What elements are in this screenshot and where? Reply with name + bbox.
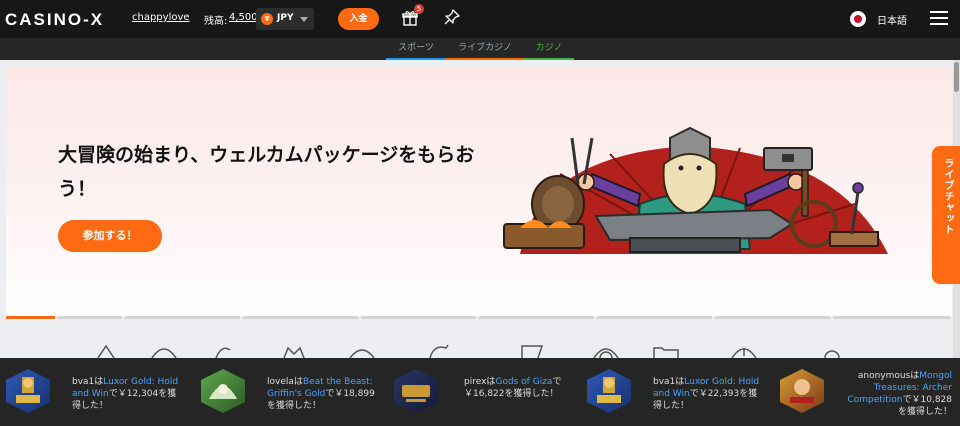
- gift-count-badge: 5: [414, 4, 424, 14]
- category-clock-icon[interactable]: [730, 344, 758, 358]
- winner-particle: は: [910, 371, 920, 381]
- username-link[interactable]: chappylove: [132, 12, 190, 23]
- slide-indicator[interactable]: [597, 316, 712, 319]
- category-refresh-icon[interactable]: [426, 344, 454, 358]
- slide-indicator[interactable]: [361, 316, 476, 319]
- winner-name: anonymous: [857, 371, 911, 381]
- balance-value[interactable]: 4,500: [229, 12, 258, 23]
- winner-name: pirex: [464, 377, 487, 387]
- deposit-button[interactable]: 入金: [338, 8, 379, 30]
- winner-name: bva1: [653, 377, 676, 387]
- category-flag-icon[interactable]: [518, 344, 546, 358]
- win-item[interactable]: anonymousはMongol Treasures: Archer Compe…: [780, 358, 955, 426]
- join-button[interactable]: 参加する！: [58, 220, 162, 252]
- live-chat-button[interactable]: ライブチャット: [932, 146, 960, 284]
- winner-particle: は: [94, 377, 104, 387]
- slide-indicator-active[interactable]: [6, 316, 55, 319]
- game-thumbnail[interactable]: [780, 369, 824, 413]
- category-lifebuoy-icon[interactable]: [592, 344, 620, 358]
- win-item[interactable]: bva1はLuxor Gold: Hold and Winで￥12,304を獲得…: [0, 358, 190, 426]
- balance-label: 残高:: [204, 16, 228, 27]
- chevron-down-icon: [300, 17, 308, 22]
- winner-name: lovela: [267, 377, 294, 387]
- category-top-icon[interactable]: [92, 344, 120, 358]
- win-amount: で￥10,828を獲得した！: [897, 395, 952, 417]
- category-folder-icon[interactable]: [652, 344, 680, 358]
- slide-indicator[interactable]: [125, 316, 240, 319]
- slide-indicator[interactable]: [479, 316, 594, 319]
- slide-indicator[interactable]: [715, 316, 830, 319]
- game-thumbnail[interactable]: [394, 369, 438, 413]
- recent-wins-ticker: bva1はLuxor Gold: Hold and Winで￥12,304を獲得…: [0, 358, 960, 426]
- category-fruit-icon[interactable]: [208, 344, 236, 358]
- winner-particle: は: [675, 377, 685, 387]
- language-label[interactable]: 日本語: [877, 12, 907, 27]
- tab-casino[interactable]: カジノ: [524, 38, 574, 60]
- winner-name: bva1: [72, 377, 95, 387]
- game-thumbnail[interactable]: [6, 369, 50, 413]
- hamburger-menu-icon[interactable]: [930, 11, 948, 25]
- slide-indicator[interactable]: [243, 316, 358, 319]
- win-item[interactable]: lovelaはBeat the Beast: Griffin's Goldで￥1…: [195, 358, 385, 426]
- viking-illustration: [503, 126, 888, 254]
- tab-sports[interactable]: スポーツ: [386, 38, 446, 60]
- scrollbar-thumb[interactable]: [954, 62, 959, 92]
- currency-select[interactable]: ¥ JPY: [256, 8, 314, 30]
- slide-indicator[interactable]: [833, 316, 950, 319]
- game-link[interactable]: Gods of Giza: [495, 377, 552, 387]
- game-thumbnail[interactable]: [587, 369, 631, 413]
- live-chat-label: ライブチャット: [942, 158, 953, 235]
- hero-title: 大冒険の始まり、ウェルカムパッケージをもらおう！: [58, 144, 475, 200]
- casino-x-logo[interactable]: CASINO-X: [5, 10, 104, 30]
- slide-indicator[interactable]: [58, 316, 122, 319]
- category-jackpot-icon[interactable]: [280, 344, 308, 358]
- yen-icon: ¥: [261, 13, 273, 25]
- currency-code: JPY: [277, 13, 294, 23]
- win-item[interactable]: bva1はLuxor Gold: Hold and Winで￥22,393を獲得…: [585, 358, 775, 426]
- category-search-icon[interactable]: [818, 344, 846, 358]
- category-new-icon[interactable]: [150, 344, 178, 358]
- category-badge-icon[interactable]: [348, 344, 376, 358]
- top-bar: CASINO-X chappylove 残高: 4,500 ¥ JPY 入金 5…: [0, 0, 960, 38]
- japan-flag-icon[interactable]: [850, 11, 866, 27]
- tab-live-casino[interactable]: ライブカジノ: [446, 38, 524, 60]
- product-tabs: スポーツ ライブカジノ カジノ: [0, 38, 960, 60]
- pin-icon[interactable]: [444, 9, 460, 25]
- game-thumbnail[interactable]: [201, 369, 245, 413]
- hero-banner: 大冒険の始まり、ウェルカムパッケージをもらおう！ 参加する！: [6, 66, 952, 316]
- win-item[interactable]: pirexはGods of Gizaで￥16,822を獲得した！: [390, 358, 580, 426]
- winner-particle: は: [293, 377, 303, 387]
